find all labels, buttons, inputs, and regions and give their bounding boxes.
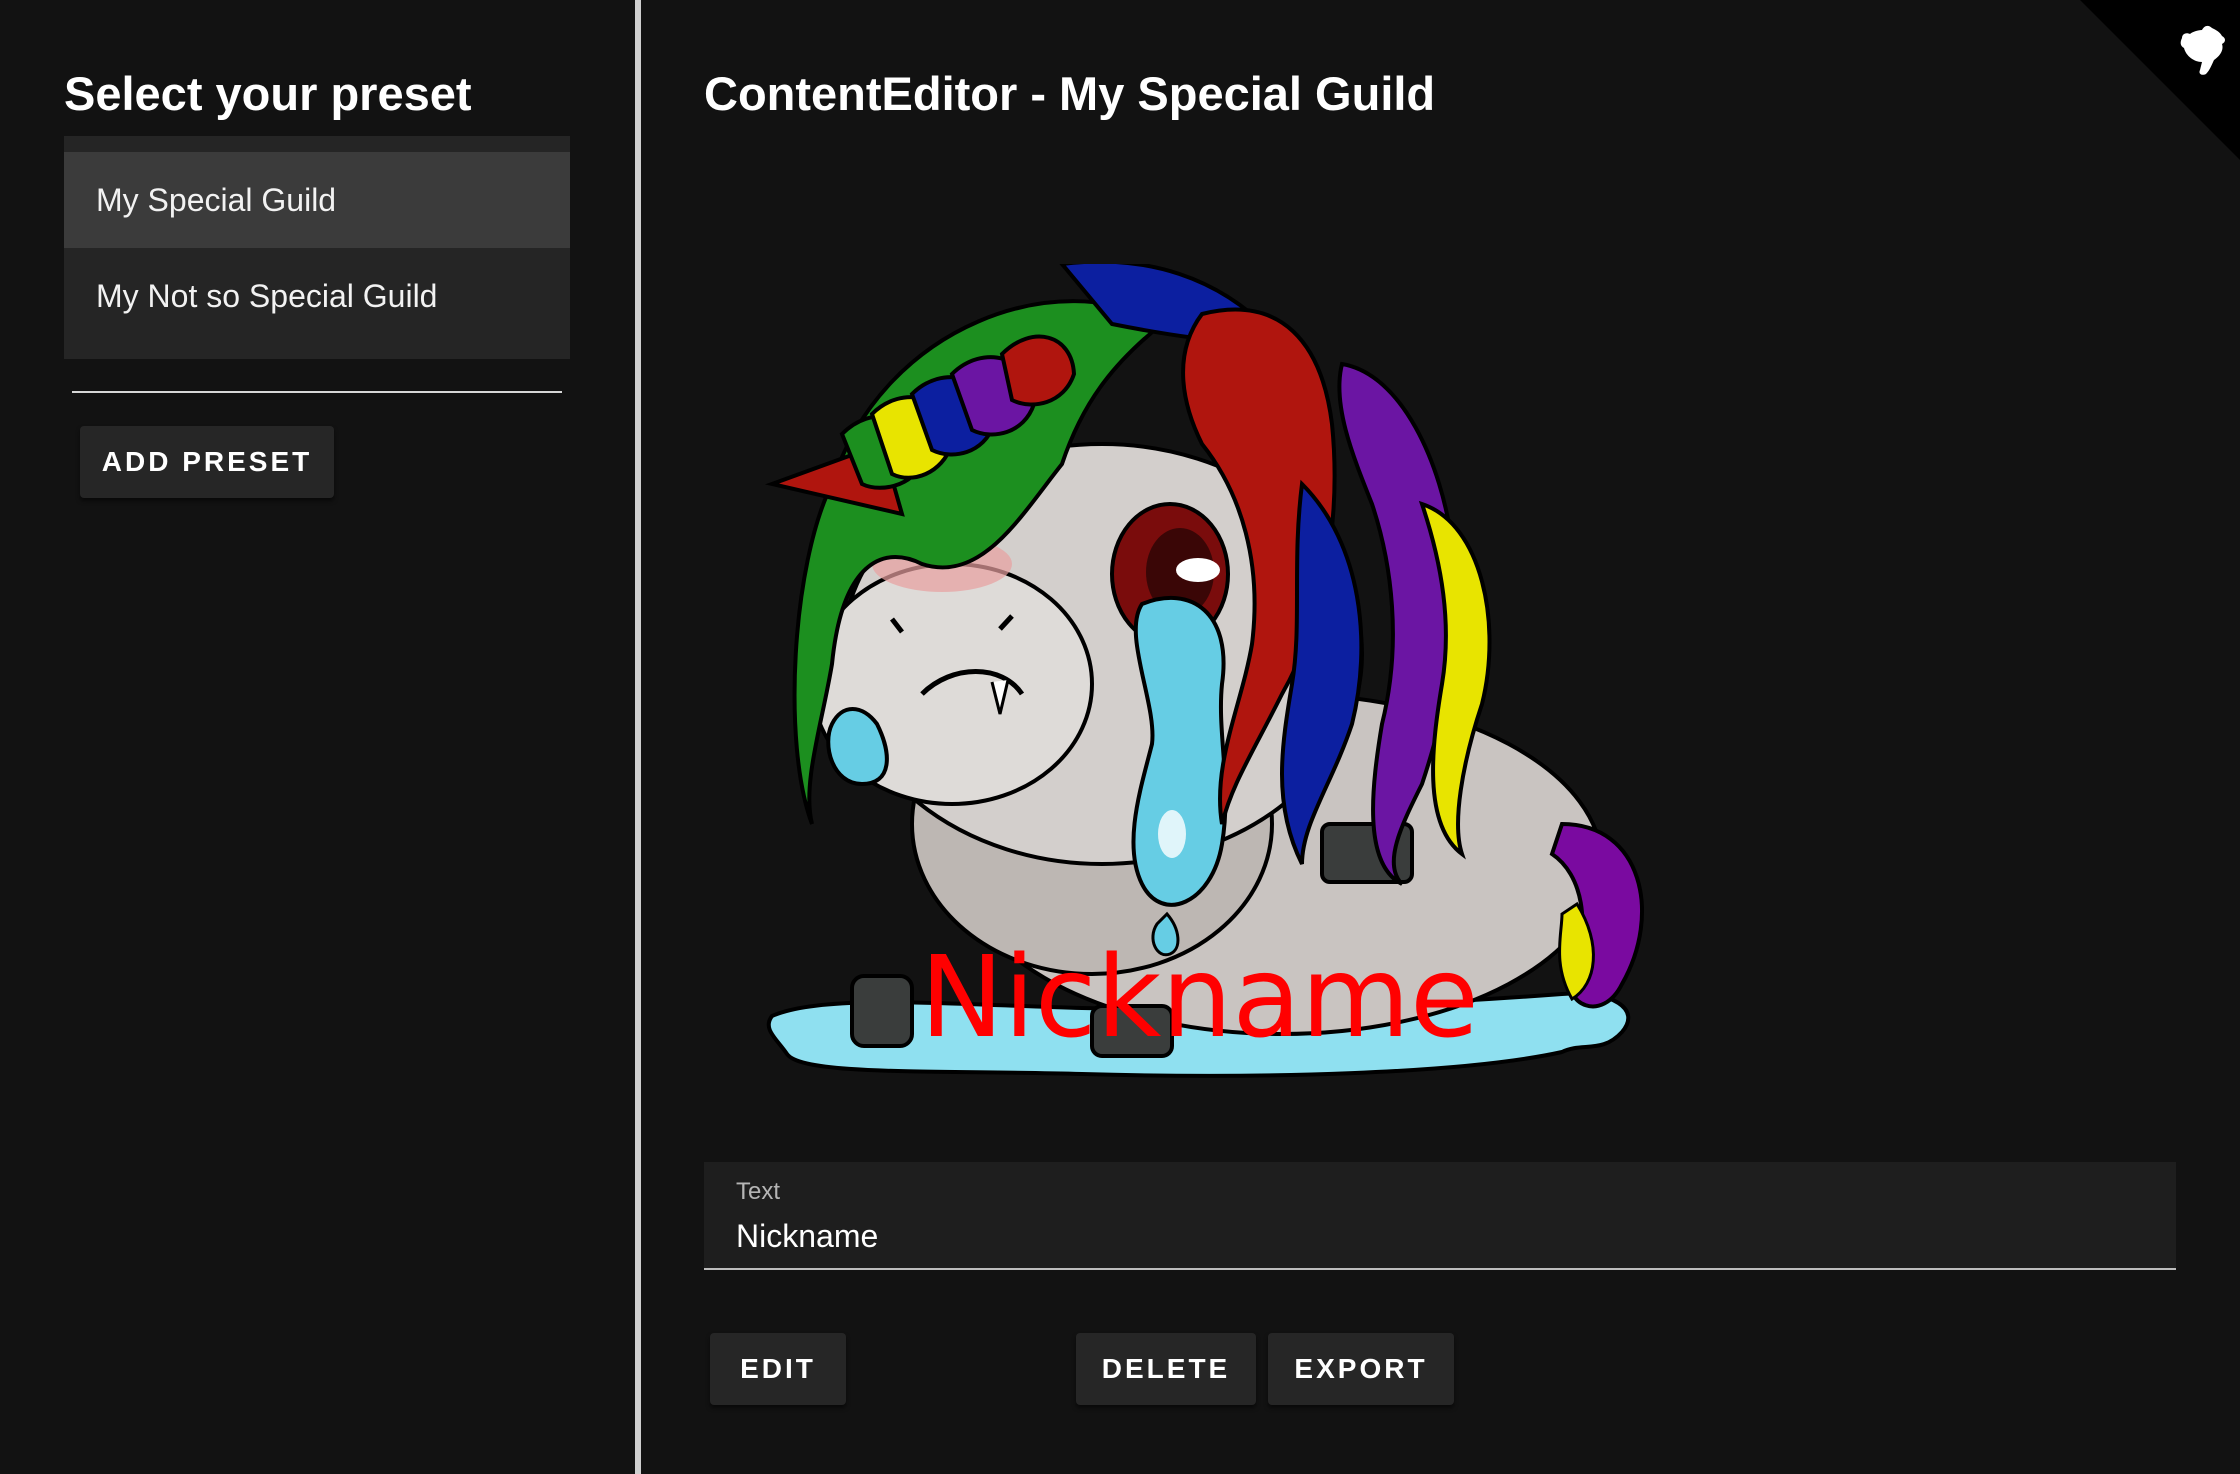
preset-item-my-special-guild[interactable]: My Special Guild bbox=[64, 152, 570, 248]
delete-button[interactable]: DELETE bbox=[1076, 1333, 1256, 1405]
panel-divider bbox=[635, 0, 641, 1474]
github-corner-link[interactable] bbox=[2080, 0, 2240, 160]
edit-button[interactable]: EDIT bbox=[710, 1333, 846, 1405]
app-root: Select your preset My Special Guild My N… bbox=[0, 0, 2240, 1474]
export-button[interactable]: EXPORT bbox=[1268, 1333, 1454, 1405]
text-field[interactable]: Text bbox=[704, 1162, 2176, 1270]
text-field-label: Text bbox=[736, 1178, 781, 1205]
preset-sidebar: Select your preset My Special Guild My N… bbox=[0, 0, 635, 1474]
text-input[interactable] bbox=[736, 1214, 2136, 1258]
github-cat-icon bbox=[2080, 0, 2240, 160]
preset-item-label: My Not so Special Guild bbox=[96, 277, 438, 314]
preview-overlay-text: Nickname bbox=[920, 933, 1479, 1063]
sidebar-title: Select your preset bbox=[64, 67, 472, 120]
sidebar-divider bbox=[72, 391, 562, 393]
add-preset-button[interactable]: ADD PRESET bbox=[80, 426, 334, 498]
preset-item-my-not-so-special-guild[interactable]: My Not so Special Guild bbox=[64, 248, 570, 344]
preset-item-label: My Special Guild bbox=[96, 181, 337, 218]
preset-list: My Special Guild My Not so Special Guild bbox=[64, 136, 570, 359]
page-title: ContentEditor - My Special Guild bbox=[704, 67, 1436, 120]
